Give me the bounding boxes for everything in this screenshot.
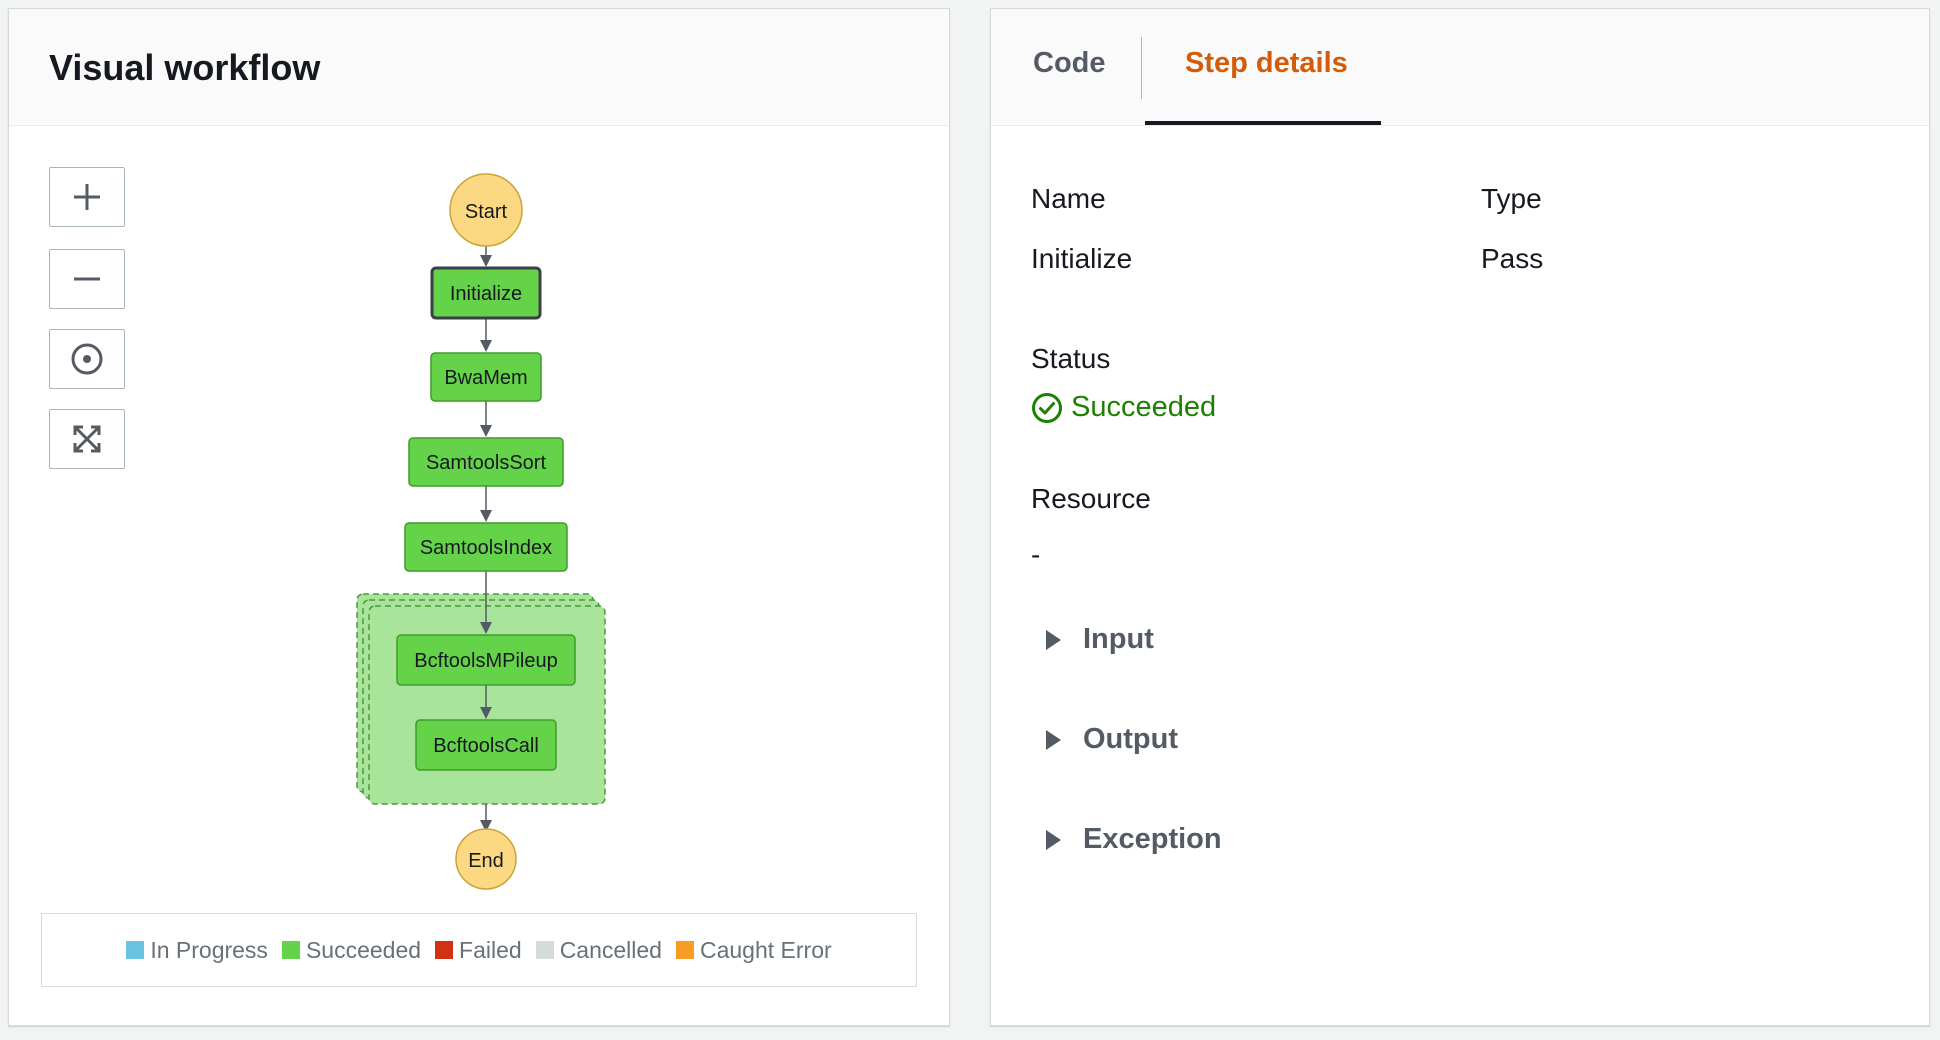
state-node-samtoolssort[interactable]: SamtoolsSort — [408, 437, 564, 487]
tab-bar: Code Step details — [991, 9, 1929, 126]
legend-label: Cancelled — [559, 936, 662, 963]
status-indicator: Succeeded — [1031, 391, 1216, 424]
name-value: Initialize — [1031, 243, 1133, 274]
tab-step-details[interactable]: Step details — [1185, 47, 1348, 80]
output-section-label: Output — [1083, 723, 1179, 755]
name-label: Name — [1031, 183, 1106, 214]
legend-swatch — [126, 941, 145, 959]
visual-workflow-panel: Visual workflow Start Initialize BwaMem … — [8, 8, 950, 1026]
state-label: BcftoolsCall — [433, 735, 539, 757]
type-label: Type — [1481, 183, 1542, 214]
state-label: BwaMem — [444, 367, 527, 389]
state-label: SamtoolsIndex — [420, 537, 552, 559]
resource-label: Resource — [1031, 483, 1151, 514]
state-node-initialize[interactable]: Initialize — [430, 266, 542, 320]
caret-right-icon — [1046, 629, 1061, 650]
start-label: Start — [465, 201, 508, 223]
legend-swatch — [281, 941, 300, 959]
state-node-bwamem[interactable]: BwaMem — [430, 352, 542, 402]
exception-expander[interactable]: Exception — [1043, 823, 1222, 856]
legend-item-in-progress: In Progress — [126, 937, 268, 964]
parallel-state-group[interactable] — [356, 593, 606, 805]
legend-swatch — [535, 941, 554, 959]
workflow-graph: Start Initialize BwaMem SamtoolsSort Sam… — [356, 173, 606, 890]
end-node[interactable]: End — [455, 828, 517, 890]
caret-right-icon — [1046, 829, 1061, 850]
legend-item-caught-error: Caught Error — [675, 936, 832, 964]
legend-label: Failed — [459, 936, 522, 963]
legend-label: Caught Error — [699, 936, 832, 963]
input-section-label: Input — [1083, 623, 1154, 655]
legend-swatch — [435, 941, 454, 959]
exception-section-label: Exception — [1083, 823, 1222, 855]
check-circle-icon — [1032, 392, 1062, 423]
caret-right-icon — [1046, 729, 1061, 750]
tab-divider — [1141, 37, 1142, 99]
input-expander[interactable]: Input — [1043, 623, 1154, 656]
active-tab-indicator — [1145, 121, 1381, 125]
state-label: BcftoolsMPileup — [414, 650, 557, 672]
type-value: Pass — [1481, 243, 1544, 274]
legend-label: In Progress — [150, 936, 268, 963]
status-legend: In Progress Succeeded Failed Cancelled C… — [41, 913, 917, 987]
output-expander[interactable]: Output — [1043, 723, 1178, 756]
step-details-panel: Code Step details Name Initialize Type P… — [990, 8, 1930, 1026]
state-label: Initialize — [450, 283, 522, 305]
status-value: Succeeded — [1071, 391, 1217, 423]
status-label: Status — [1031, 343, 1111, 374]
legend-item-failed: Failed — [435, 937, 522, 964]
resource-value: - — [1031, 539, 1041, 570]
legend-item-succeeded: Succeeded — [281, 936, 422, 964]
start-node[interactable]: Start — [449, 173, 523, 247]
state-node-bcftoolsmpileup[interactable]: BcftoolsMPileup — [396, 634, 576, 686]
state-node-samtoolsindex[interactable]: SamtoolsIndex — [404, 522, 568, 572]
tab-code[interactable]: Code — [1033, 47, 1106, 80]
legend-swatch — [675, 941, 694, 959]
state-node-bcftoolscall[interactable]: BcftoolsCall — [415, 719, 557, 771]
end-label: End — [468, 850, 504, 872]
legend-item-cancelled: Cancelled — [535, 936, 662, 964]
state-label: SamtoolsSort — [426, 452, 546, 474]
legend-label: Succeeded — [305, 936, 422, 963]
